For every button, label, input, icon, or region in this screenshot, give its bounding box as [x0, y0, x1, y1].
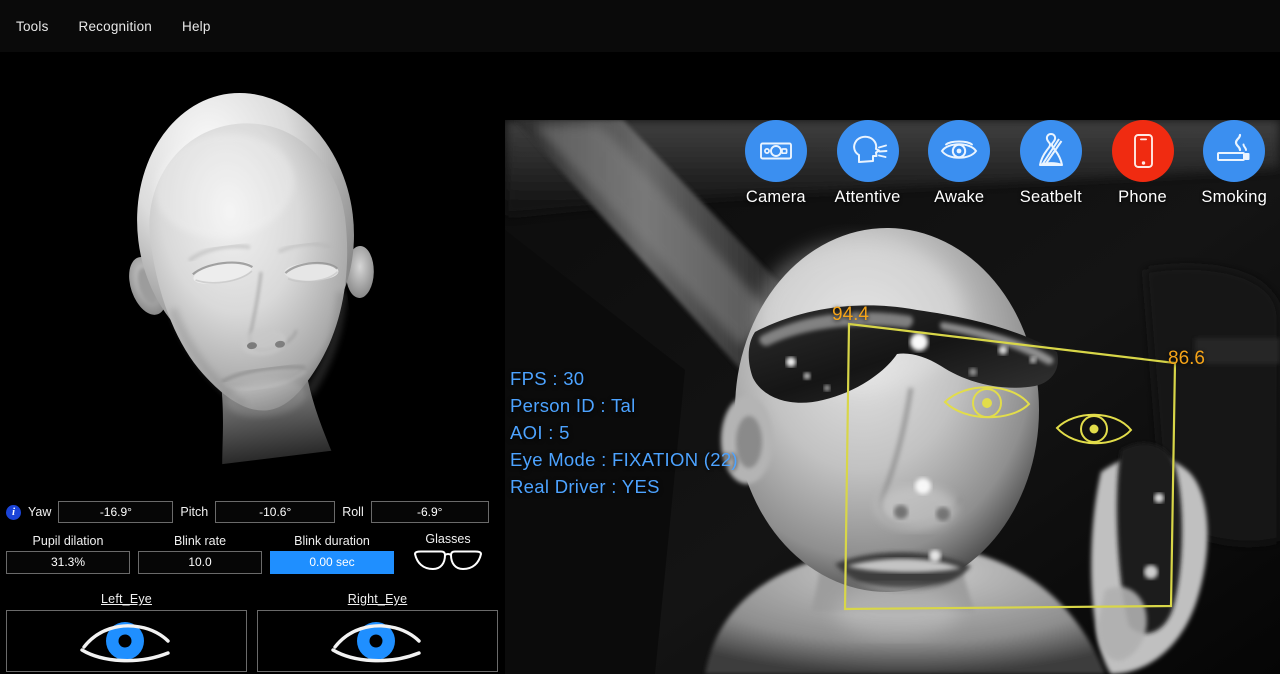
status-phone[interactable]: Phone [1097, 120, 1189, 207]
head-model-icon [128, 92, 374, 465]
telemetry-real-driver: Real Driver : YES [510, 476, 660, 497]
status-seatbelt-circle[interactable] [1019, 120, 1082, 182]
status-seatbelt-label: Seatbelt [1019, 188, 1082, 206]
status-phone-label: Phone [1118, 188, 1167, 206]
status-seatbelt[interactable]: Seatbelt [1005, 120, 1097, 207]
left-eye-label: Left_Eye [101, 592, 152, 606]
status-smoking[interactable]: Smoking [1188, 120, 1280, 207]
telemetry-eye-mode: Eye Mode : FIXATION (22) [510, 449, 738, 470]
blink-duration-value[interactable]: 0.00 sec [270, 551, 394, 574]
smartphone-icon [1133, 134, 1153, 168]
blink-rate-value[interactable]: 10.0 [138, 551, 262, 574]
status-icon-strip: Camera Attentive Awake Seatbelt Phone Sm… [505, 120, 1280, 235]
status-awake-label: Awake [934, 188, 985, 206]
left-eye-panel: Left_Eye [6, 592, 247, 672]
head-model-viewport[interactable] [0, 52, 505, 492]
status-attentive[interactable]: Attentive [822, 120, 914, 207]
blink-rate-stat: Blink rate 10.0 [138, 534, 262, 574]
roll-label: Roll [342, 505, 364, 519]
blink-rate-label: Blink rate [173, 534, 227, 548]
telemetry-aoi: AOI : 5 [510, 422, 570, 443]
pitch-value[interactable]: -10.6° [215, 501, 336, 523]
detection-score-left: 94.4 [832, 304, 869, 325]
eye-stats-row: Pupil dilation 31.3% Blink rate 10.0 Bli… [6, 532, 499, 574]
menu-item-help[interactable]: Help [178, 16, 215, 37]
menu-item-recognition[interactable]: Recognition [75, 16, 157, 37]
telemetry-person-id: Person ID : Tal [510, 395, 636, 416]
eye-icon [79, 622, 170, 663]
status-attentive-label: Attentive [834, 188, 901, 206]
attentive-head-icon [852, 135, 887, 163]
yaw-value[interactable]: -16.9° [58, 501, 174, 523]
status-awake-circle[interactable] [928, 120, 991, 182]
status-smoking-circle[interactable] [1203, 120, 1266, 182]
status-phone-circle[interactable] [1111, 120, 1174, 182]
pupil-dilation-label: Pupil dilation [32, 534, 104, 548]
cigarette-icon [1217, 133, 1250, 161]
telemetry-overlay: FPS : 30 Person ID : Tal AOI : 5 Eye Mod… [510, 368, 738, 498]
left-eye-view[interactable] [6, 610, 247, 672]
detection-score-right: 86.6 [1168, 348, 1205, 369]
right-eye-panel: Right_Eye [257, 592, 498, 672]
metrics-panel: i Yaw -16.9° Pitch -10.6° Roll -6.9° Pup… [0, 492, 505, 674]
status-camera-circle[interactable] [744, 120, 807, 182]
right-eye-view[interactable] [257, 610, 498, 672]
glasses-stat: Glasses [402, 532, 494, 574]
status-camera[interactable]: Camera [730, 120, 822, 207]
menu-bar: Tools Recognition Help [0, 0, 1280, 52]
pupil-dilation-value[interactable]: 31.3% [6, 551, 130, 574]
roll-value[interactable]: -6.9° [370, 501, 489, 523]
telemetry-fps: FPS : 30 [510, 368, 585, 389]
info-icon[interactable]: i [6, 504, 21, 520]
driver-monitoring-app: Tools Recognition Help i Yaw -16.9° Pitc… [0, 0, 1280, 674]
eye-icon [330, 622, 421, 663]
status-attentive-circle[interactable] [836, 120, 899, 182]
head-model-3d [80, 60, 425, 484]
status-awake[interactable]: Awake [913, 120, 1005, 207]
head-pose-row: i Yaw -16.9° Pitch -10.6° Roll -6.9° [6, 501, 499, 523]
eye-preview-row: Left_Eye Right_Eye [6, 592, 499, 672]
glasses-label: Glasses [425, 532, 471, 546]
yaw-label: Yaw [28, 505, 52, 519]
status-smoking-label: Smoking [1201, 188, 1267, 206]
blink-duration-stat: Blink duration 0.00 sec [270, 534, 394, 574]
camera-icon [759, 142, 792, 160]
open-eye-icon [940, 140, 978, 159]
menu-item-tools[interactable]: Tools [12, 16, 53, 37]
pupil-dilation-stat: Pupil dilation 31.3% [6, 534, 130, 574]
pitch-label: Pitch [180, 505, 209, 519]
seatbelt-icon [1038, 133, 1063, 166]
blink-duration-label: Blink duration [294, 534, 370, 548]
right-eye-label: Right_Eye [347, 592, 408, 606]
glasses-icon [413, 550, 483, 571]
status-camera-label: Camera [745, 188, 806, 206]
